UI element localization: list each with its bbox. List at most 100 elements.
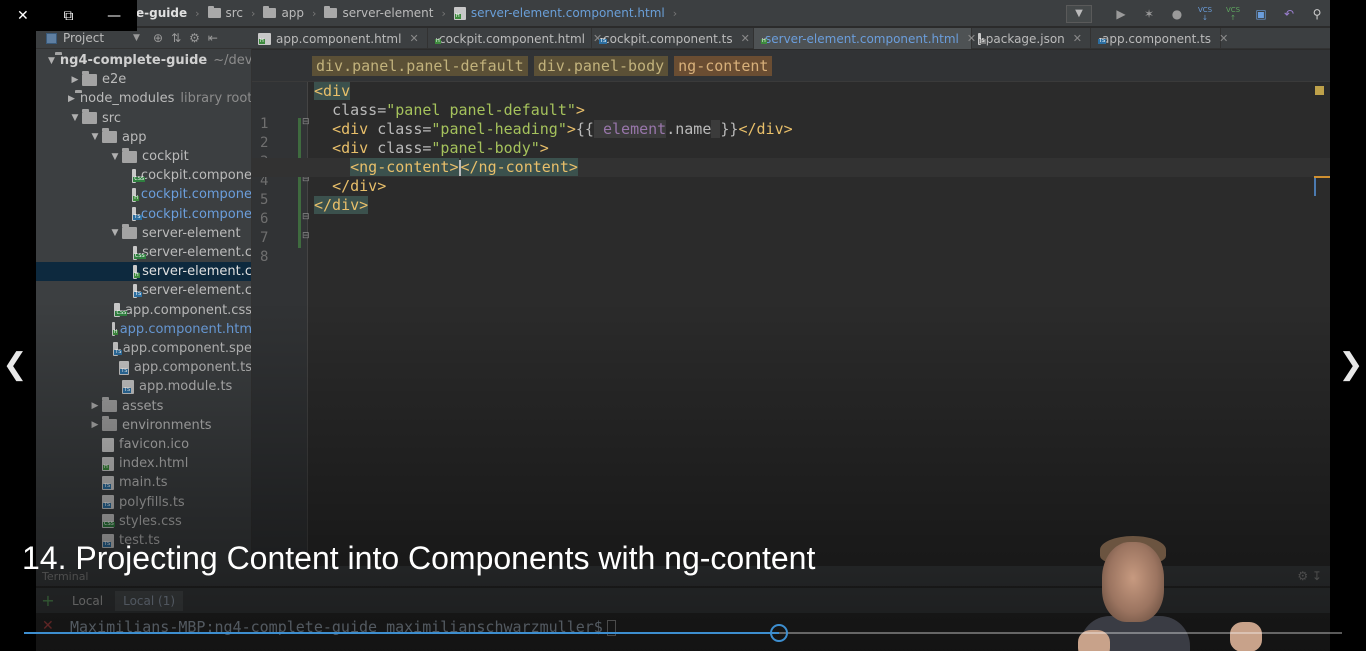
restore-icon[interactable]: ⧉ [46,0,92,31]
tree-file[interactable]: TS app.component.spe [36,339,251,358]
tree-folder[interactable]: ▶ e2e [36,70,251,89]
expand-down-icon[interactable]: ▼ [108,228,122,238]
tree-folder[interactable]: ▼ src [36,109,251,128]
inspection-warning-icon[interactable] [1315,86,1324,95]
minimize-icon[interactable]: — [91,0,137,31]
code-editor[interactable]: div.panel.panel-default div.panel-body ng-… [252,50,1330,570]
tree-file[interactable]: TS main.ts [36,473,251,492]
project-view-label[interactable]: Project [63,31,133,45]
close-tab-icon[interactable]: ✕ [409,32,418,45]
chevron-down-icon[interactable]: ▼ [133,33,153,43]
breadcrumb-item[interactable]: server-element [324,6,433,20]
run-config-dropdown[interactable]: ▼ [1066,4,1092,23]
locate-icon[interactable]: ⊕ [153,31,163,45]
terminal-tab-local-1[interactable]: Local (1) [115,590,184,611]
breadcrumb-item[interactable]: e-guide [136,6,187,20]
tree-file[interactable]: TS app.module.ts [36,377,251,396]
expand-right-icon[interactable]: ▶ [88,420,102,430]
close-icon[interactable]: ✕ [0,0,46,31]
breadcrumb-item[interactable]: src [207,6,243,20]
fold-marker-icon[interactable]: ⊟ [302,117,310,127]
expand-right-icon[interactable]: ▶ [68,94,75,104]
code-line-7: </div> [314,196,369,214]
expand-down-icon[interactable]: ▼ [88,132,102,142]
editor-tab-label: package.json [985,31,1065,46]
ts-file-icon: TS [102,475,114,490]
close-tab-icon[interactable]: ✕ [1073,32,1082,45]
close-tab-icon[interactable]: ✕ [741,32,750,45]
run-icon[interactable]: ▶ [1112,5,1130,23]
editor-tab[interactable]: TS cockpit.component.ts ✕ [592,28,754,49]
editor-tab[interactable]: TS app.component.ts ✕ [1091,28,1228,49]
fold-marker-icon[interactable]: ⊟ [302,231,310,241]
tree-folder[interactable]: ▼ app [36,128,251,147]
settings-gear-icon[interactable]: ⚙ [189,31,200,45]
tag-path-item[interactable]: div.panel.panel-default [312,55,528,76]
tree-file[interactable]: CSS app.component.css [36,301,251,320]
ts-file-icon: TS [102,495,114,510]
tree-folder[interactable]: ▼ ng4-complete-guide ~/deve [36,51,251,70]
video-progress-bar[interactable] [24,624,1342,642]
ts-file-icon: TS [132,207,142,222]
expand-down-icon[interactable]: ▼ [68,113,82,123]
vcs-commit-icon[interactable]: VCS ↑ [1224,5,1242,23]
tree-file[interactable]: Hcockpit.compone [36,185,251,204]
tree-file[interactable]: CSS server-element.c [36,243,251,262]
tree-file[interactable]: Hserver-element.c [36,262,252,282]
new-terminal-plus-icon[interactable]: + [36,591,60,610]
breadcrumb-separator-icon: › [672,6,678,20]
vcs-change-marker [298,118,301,248]
search-everywhere-icon[interactable]: ⚲ [1308,5,1326,23]
collapse-all-icon[interactable]: ⇅ [171,31,181,45]
next-lecture-arrow-icon[interactable]: ❯ [1336,344,1366,384]
editor-tab[interactable]: Happ.component.html ✕ [252,28,428,49]
tree-file[interactable]: CSS styles.css [36,512,251,531]
tree-file[interactable]: TS server-element.c [36,281,251,300]
tree-file[interactable]: favicon.ico [36,435,251,454]
expand-down-icon[interactable]: ▼ [48,56,55,66]
tree-folder[interactable]: ▼ server-element [36,224,251,243]
tree-file[interactable]: TS cockpit.compone [36,205,252,224]
tree-folder[interactable]: ▶ environments [36,416,251,435]
tree-folder[interactable]: ▶ node_modules library root [36,89,251,108]
line-number: 8 [260,249,269,265]
expand-right-icon[interactable]: ▶ [88,401,102,411]
tree-folder[interactable]: ▼ cockpit [36,147,251,166]
tree-item-label: server-element.c [142,264,252,280]
vcs-update-icon[interactable]: VCS ↓ [1196,5,1214,23]
project-view-icon [46,32,57,44]
tree-file[interactable]: Hindex.html [36,454,251,473]
tree-item-label: cockpit.compone [140,206,252,222]
expand-down-icon[interactable]: ▼ [108,152,122,162]
editor-tab[interactable]: JS package.json ✕ [972,28,1091,49]
previous-lecture-arrow-icon[interactable]: ❮ [0,344,30,384]
css-file-icon: CSS [102,514,115,529]
tree-item-label: polyfills.ts [119,494,185,510]
window-controls: ✕ ⧉ — [0,0,137,31]
tree-file[interactable]: TS polyfills.ts [36,493,251,512]
revert-icon[interactable]: ↶ [1280,5,1298,23]
tree-folder[interactable]: ▶ assets [36,397,251,416]
terminal-tab-local[interactable]: Local [64,591,111,611]
tag-path-item[interactable]: ng-content [674,55,773,76]
terminal-settings-icon[interactable]: ⚙ ↧ [1297,569,1322,583]
fold-marker-icon[interactable]: ⊟ [302,212,310,222]
scroll-marker [1314,176,1330,178]
close-tab-icon[interactable]: ✕ [1219,32,1228,45]
debug-icon[interactable]: ✶ [1140,5,1158,23]
hide-panel-icon[interactable]: ⇤ [208,31,218,45]
breadcrumb-item[interactable]: app [263,6,304,20]
code-content[interactable]: <div class="panel panel-default"> <div c… [252,82,1330,570]
ts-file-icon: TS [122,379,134,394]
stop-icon[interactable]: ● [1168,5,1186,23]
code-line-2: class="panel panel-default"> [332,101,585,119]
vcs-history-icon[interactable]: ▣ [1252,5,1270,23]
tree-file[interactable]: CSS cockpit.compone [36,166,251,185]
tree-file[interactable]: Happ.component.htm [36,320,251,339]
tag-path-item[interactable]: div.panel-body [533,55,669,76]
editor-tab[interactable]: Hcockpit.component.html ✕ [428,28,602,49]
expand-right-icon[interactable]: ▶ [68,75,82,85]
tree-file[interactable]: TS app.component.ts [36,358,251,377]
breadcrumb-item[interactable]: Hserver-element.component.html [453,6,665,20]
editor-tab[interactable]: Hserver-element.component.html ✕ [754,28,976,49]
